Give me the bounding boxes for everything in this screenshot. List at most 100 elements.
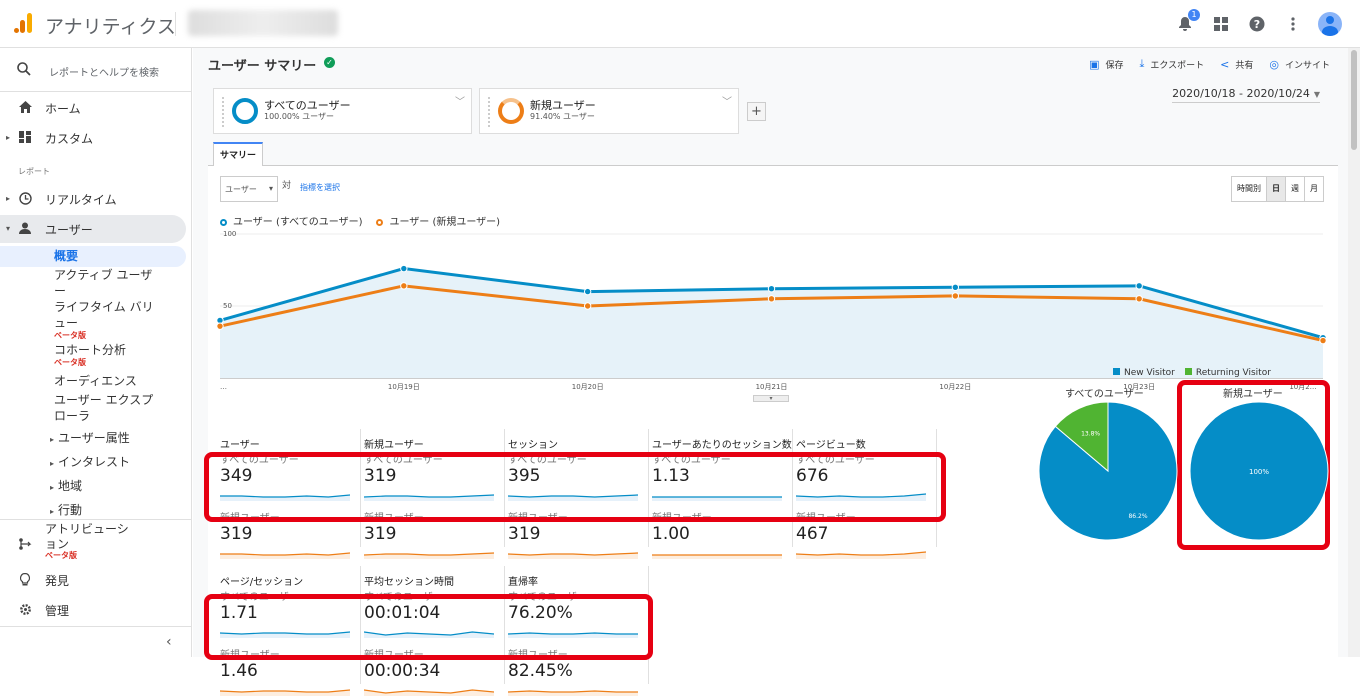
metric-value: 1.46 [220,661,258,681]
sidebar-item-users[interactable]: ▾ ユーザー [0,215,186,243]
notification-badge: 1 [1188,9,1200,21]
save-button[interactable]: ▣ 保存 [1089,57,1123,71]
chevron-down-icon[interactable]: ﹀ [722,93,732,108]
sidebar-sub-demographics[interactable]: ▸ ユーザー属性 [50,429,130,446]
report-actions: ▣ 保存 ⤓ エクスポート < 共有 ◎ インサイト [1089,57,1330,71]
download-icon: ⤓ [1139,57,1145,70]
drag-handle[interactable] [488,97,490,127]
date-range-picker[interactable]: 2020/10/18 - 2020/10/24 ▼ [1172,87,1320,103]
more-vert-icon[interactable] [1282,13,1304,35]
legend-item-new-users[interactable]: ユーザー (新規ユーザー) [376,213,500,228]
pie-slice-label[interactable]: 13.8% [1081,430,1100,437]
legend-item-all-users[interactable]: ユーザー (すべてのユーザー) [220,213,362,228]
sidebar-sub-cohort[interactable]: コホート分析 ベータ版 [54,342,154,368]
attribution-icon [18,538,32,552]
sidebar-sub-audiences[interactable]: オーディエンス [54,373,154,389]
segment-card-all-users[interactable]: すべてのユーザー 100.00% ユーザー ﹀ [213,88,472,134]
sidebar-item-label: カスタム [45,132,94,146]
period-month-button[interactable]: 月 [1304,177,1323,201]
sidebar-item-home[interactable]: ホーム [0,94,186,122]
pie-legend-returning-visitor[interactable]: Returning Visitor [1184,368,1271,378]
metric-title: ページビュー数 [796,440,866,451]
data-point [400,282,408,290]
lightbulb-icon [18,572,32,587]
data-point [1135,282,1143,290]
metric-title: ユーザー [220,440,260,451]
apps-grid-icon[interactable] [1210,13,1232,35]
legend-swatch [1113,368,1120,375]
tab-summary[interactable]: サマリー [213,142,264,167]
sidebar-sub-label: ライフタイム バリュー [54,300,154,330]
vs-label: 対 [282,181,292,191]
metric-value: 319 [508,524,541,544]
pie-title-new-users: 新規ユーザー [1223,389,1283,400]
x-tick-label: 10月21日 [756,383,788,391]
share-button[interactable]: < 共有 [1220,57,1253,71]
pie-slice-label[interactable]: 86.2% [1128,513,1147,520]
account-avatar[interactable] [1318,12,1342,36]
sparkline-new-users [363,689,495,696]
period-toggle: 時間別 日 週 月 [1231,176,1324,202]
save-label: 保存 [1105,60,1124,71]
sidebar-search[interactable]: レポートとヘルプを検索 [0,48,192,92]
page-scrollbar[interactable] [1348,48,1360,657]
help-icon[interactable]: ? [1246,13,1268,35]
period-hourly-button[interactable]: 時間別 [1232,177,1266,201]
insights-label: インサイト [1284,60,1330,71]
pick-metric-link[interactable]: 指標を選択 [300,182,340,193]
notifications-bell-icon[interactable]: 1 [1174,9,1200,35]
data-point [583,302,592,310]
period-day-button[interactable]: 日 [1266,177,1285,201]
sidebar-sub-interests[interactable]: ▸ インタレスト [50,453,130,470]
x-tick-label: 10月22日 [939,383,971,391]
metric-title: 新規ユーザー [364,440,424,451]
pie-chart-new-users: 100% [1189,401,1329,541]
dashboard-icon [18,131,32,145]
sidebar-sub-lifetime-value[interactable]: ライフタイム バリュー ベータ版 [54,299,154,341]
chart-legend: ユーザー (すべてのユーザー) ユーザー (新規ユーザー) [220,213,500,228]
legend-label: ユーザー (新規ユーザー) [389,217,501,228]
period-week-button[interactable]: 週 [1285,177,1304,201]
segment-color-ring [498,98,524,124]
sidebar-sub-label: ユーザー属性 [58,431,130,445]
data-point [1135,295,1143,303]
sidebar-item-attribution[interactable]: アトリビューション ベータ版 [0,520,186,560]
metric-title: ページ/セッション [220,577,304,588]
sidebar-sub-active-users[interactable]: アクティブ ユーザー [54,267,154,299]
metric-select[interactable]: ユーザー [220,176,278,202]
insights-button[interactable]: ◎ インサイト [1269,57,1330,71]
sidebar-item-realtime[interactable]: ▸ リアルタイム [0,185,186,213]
pie-title-all-users: すべてのユーザー [1065,389,1144,400]
data-point [951,292,960,300]
expand-arrow-icon: ▸ [50,483,55,492]
segment-card-new-users[interactable]: 新規ユーザー 91.40% ユーザー ﹀ [479,88,739,134]
export-button[interactable]: ⤓ エクスポート [1140,57,1205,71]
search-placeholder: レポートとヘルプを検索 [49,68,159,79]
metric-value: 319 [364,524,397,544]
drag-handle[interactable] [222,97,224,127]
date-range-text: 2020/10/18 - 2020/10/24 [1172,87,1310,100]
metric-value: 82.45% [508,661,573,681]
sidebar-item-admin[interactable]: 管理 [0,596,186,624]
account-selector[interactable] [188,10,338,36]
scrollbar-thumb[interactable] [1351,50,1357,150]
sparkline-new-users [220,552,351,559]
expand-arrow-icon: ▸ [50,435,55,444]
tab-bar: サマリー [208,140,1338,167]
pie-slice-label[interactable]: 100% [1249,468,1269,476]
chart-resize-handle[interactable]: ▾ [753,395,789,402]
analytics-logo-icon[interactable] [12,12,34,34]
sidebar-sub-geo[interactable]: ▸ 地域 [50,477,82,494]
pie-legend-new-visitor[interactable]: New Visitor [1113,368,1175,378]
metric-value: 319 [220,524,253,544]
sidebar-sub-overview[interactable]: 概要 [0,246,186,267]
sidebar-item-label: ホーム [45,102,81,116]
data-point [400,264,408,273]
sidebar-item-custom[interactable]: ▸ カスタム [0,124,186,152]
sidebar-item-discover[interactable]: 発見 [0,566,186,594]
add-segment-button[interactable]: + [747,102,766,121]
collapse-sidebar-icon[interactable]: ‹ [166,634,172,650]
sidebar-sub-user-explorer[interactable]: ユーザー エクスプローラ [54,392,154,424]
sidebar-sub-behavior[interactable]: ▸ 行動 [50,501,82,518]
chevron-down-icon[interactable]: ﹀ [455,93,465,108]
